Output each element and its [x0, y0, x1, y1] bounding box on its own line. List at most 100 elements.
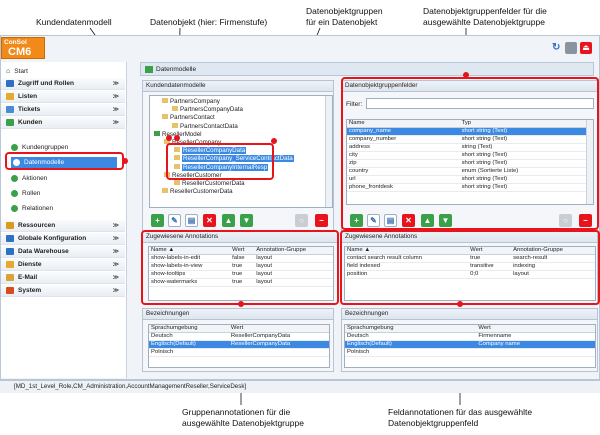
tree-node[interactable]: PartnersContact [162, 114, 215, 121]
table-cell: Englisch(Default) [345, 340, 477, 349]
group-icon [11, 144, 18, 151]
chevron-down-icon[interactable]: ≫ [113, 222, 119, 229]
refresh-icon[interactable]: ↻ [552, 42, 562, 54]
model-icon [154, 130, 160, 136]
move-up-icon[interactable]: ▲ [222, 214, 235, 227]
column-header[interactable]: Wert [476, 325, 595, 333]
table-header-row: Sprachumgebung Wert [149, 325, 329, 333]
group-icon [174, 180, 180, 185]
sidebar-item-tickets[interactable]: Tickets ≫ [1, 104, 125, 116]
table-row[interactable]: Polnisch [149, 348, 329, 357]
sidebar-sub-relationen[interactable]: Relationen [11, 203, 53, 214]
table-cell: ResellerCompanyData [228, 332, 329, 341]
rename-icon[interactable]: ▤ [185, 214, 198, 227]
sidebar-item-e-mail[interactable]: E-Mail ≫ [1, 272, 125, 284]
move-down-icon[interactable]: ▼ [240, 214, 253, 227]
bezeichnungen-right-table[interactable]: Sprachumgebung Wert Deutsch Firmenname Engli… [344, 324, 596, 368]
column-header[interactable]: Sprachumgebung [149, 325, 229, 333]
globe-icon [6, 235, 14, 242]
sidebar-start[interactable]: ⌂ Start [6, 66, 28, 77]
sidebar-item-ressourcen[interactable]: Ressourcen ≫ [1, 220, 125, 232]
bezeichnungen-left-table[interactable]: Sprachumgebung Wert Deutsch ResellerCompany… [148, 324, 330, 368]
chevron-down-icon[interactable]: ≫ [113, 80, 119, 87]
add-icon[interactable]: + [151, 214, 164, 227]
column-header[interactable]: Wert [228, 325, 329, 333]
list-icon [6, 93, 14, 100]
callout-gruppenannotationen-2: ausgewählte Datenobjektgruppe [182, 418, 304, 428]
status-bar: [MD_1st_Level_Role,CM_Administration,Acc… [0, 380, 600, 393]
highlight-datenmodelle [5, 152, 124, 170]
chevron-down-icon[interactable]: ≫ [113, 93, 119, 100]
remove-icon[interactable]: − [315, 214, 328, 227]
callout-feldannotationen-1: Feldannotationen für das ausgewählte [388, 407, 533, 417]
home-icon: ⌂ [6, 68, 11, 75]
group-icon [162, 98, 168, 103]
marker-dot [122, 158, 128, 164]
person-icon [6, 119, 14, 126]
window-icon[interactable] [565, 42, 577, 54]
table-row[interactable]: Englisch(Default) Company name [345, 340, 595, 349]
tree-node[interactable]: PartnersCompany [162, 98, 220, 105]
table-row[interactable]: Polnisch [345, 348, 595, 357]
chevrons-icon [6, 80, 14, 87]
sidebar-sub-aktionen[interactable]: Aktionen [11, 173, 47, 184]
table-cell: Deutsch [149, 332, 229, 341]
highlight-felder [341, 77, 599, 230]
sidebar: ⌂ Start Kundengruppen Datenmodelle Aktion… [1, 62, 127, 378]
logout-icon[interactable]: ⏏ [580, 42, 592, 54]
sidebar-item-globale-konfiguration[interactable]: Globale Konfiguration ≫ [1, 233, 125, 245]
edit-icon[interactable]: ✎ [168, 214, 181, 227]
chevron-down-icon[interactable]: ≫ [113, 274, 119, 281]
chevron-down-icon[interactable]: ≫ [113, 235, 119, 242]
chevron-down-icon[interactable]: ≫ [113, 287, 119, 294]
sidebar-item-dienste[interactable]: Dienste ≫ [1, 259, 125, 271]
highlight-group-annotations [141, 230, 339, 305]
tree-node[interactable]: ResellerCustomerData [162, 188, 233, 195]
table-cell: Company name [476, 340, 595, 349]
table-cell: Deutsch [345, 332, 477, 341]
table-cell: Polnisch [149, 348, 229, 357]
table-row[interactable]: Englisch(Default) ResellerCompanyData [149, 340, 329, 349]
tree-scrollbar[interactable] [325, 96, 332, 207]
app-logo: ConSol CM6 [1, 37, 45, 59]
datamodel-icon [145, 65, 153, 73]
chevron-down-icon[interactable]: ≫ [113, 248, 119, 255]
column-header[interactable]: Sprachumgebung [345, 325, 477, 333]
panel-header: Kundendatenmodelle [143, 81, 333, 92]
highlight-field-annotations [340, 230, 600, 305]
table-row[interactable]: Deutsch ResellerCompanyData [149, 332, 329, 341]
bezeichnungen-right-panel: Bezeichnungen Sprachumgebung Wert Deutsch F… [341, 308, 598, 372]
group-icon [172, 106, 178, 112]
table-cell: Polnisch [345, 348, 477, 357]
table-cell [476, 348, 595, 357]
marker-dot [463, 72, 469, 78]
content-titlebar: Datenmodelle [140, 62, 594, 76]
ticket-icon [6, 106, 14, 113]
table-cell: ResellerCompanyData [228, 340, 329, 349]
sidebar-item-zugriff-und-rollen[interactable]: Zugriff und Rollen ≫ [1, 78, 125, 90]
relations-icon [11, 205, 18, 212]
services-icon [6, 261, 14, 268]
mail-icon [6, 274, 14, 281]
sidebar-item-system[interactable]: System ≫ [1, 285, 125, 297]
group-icon [162, 188, 168, 194]
marker-dot [174, 135, 180, 141]
sidebar-item-kunden[interactable]: Kunden ≫ [1, 117, 125, 129]
table-row[interactable]: Deutsch Firmenname [345, 332, 595, 341]
chevron-down-icon[interactable]: ≫ [113, 261, 119, 268]
delete-icon[interactable]: ✕ [203, 214, 216, 227]
tree-node[interactable]: ResellerCustomerData [174, 180, 245, 187]
marker-dot [166, 135, 172, 141]
tree-node[interactable]: PartnersContactData [172, 122, 238, 130]
callout-feldannotationen-2: Datenobjektgruppenfeld [388, 418, 479, 428]
disabled-icon[interactable]: ○ [295, 214, 308, 227]
table-cell [228, 348, 329, 357]
play-icon [11, 175, 18, 182]
chevron-down-icon[interactable]: ≫ [113, 119, 119, 126]
tree-node[interactable]: PartnersCompanyData [172, 106, 243, 113]
chevron-down-icon[interactable]: ≫ [113, 106, 119, 113]
sidebar-item-data-warehouse[interactable]: Data Warehouse ≫ [1, 246, 125, 258]
bezeichnungen-left-panel: Bezeichnungen Sprachumgebung Wert Deutsch R… [142, 308, 334, 372]
sidebar-item-listen[interactable]: Listen ≫ [1, 91, 125, 103]
sidebar-sub-rollen[interactable]: Rollen [11, 188, 40, 199]
